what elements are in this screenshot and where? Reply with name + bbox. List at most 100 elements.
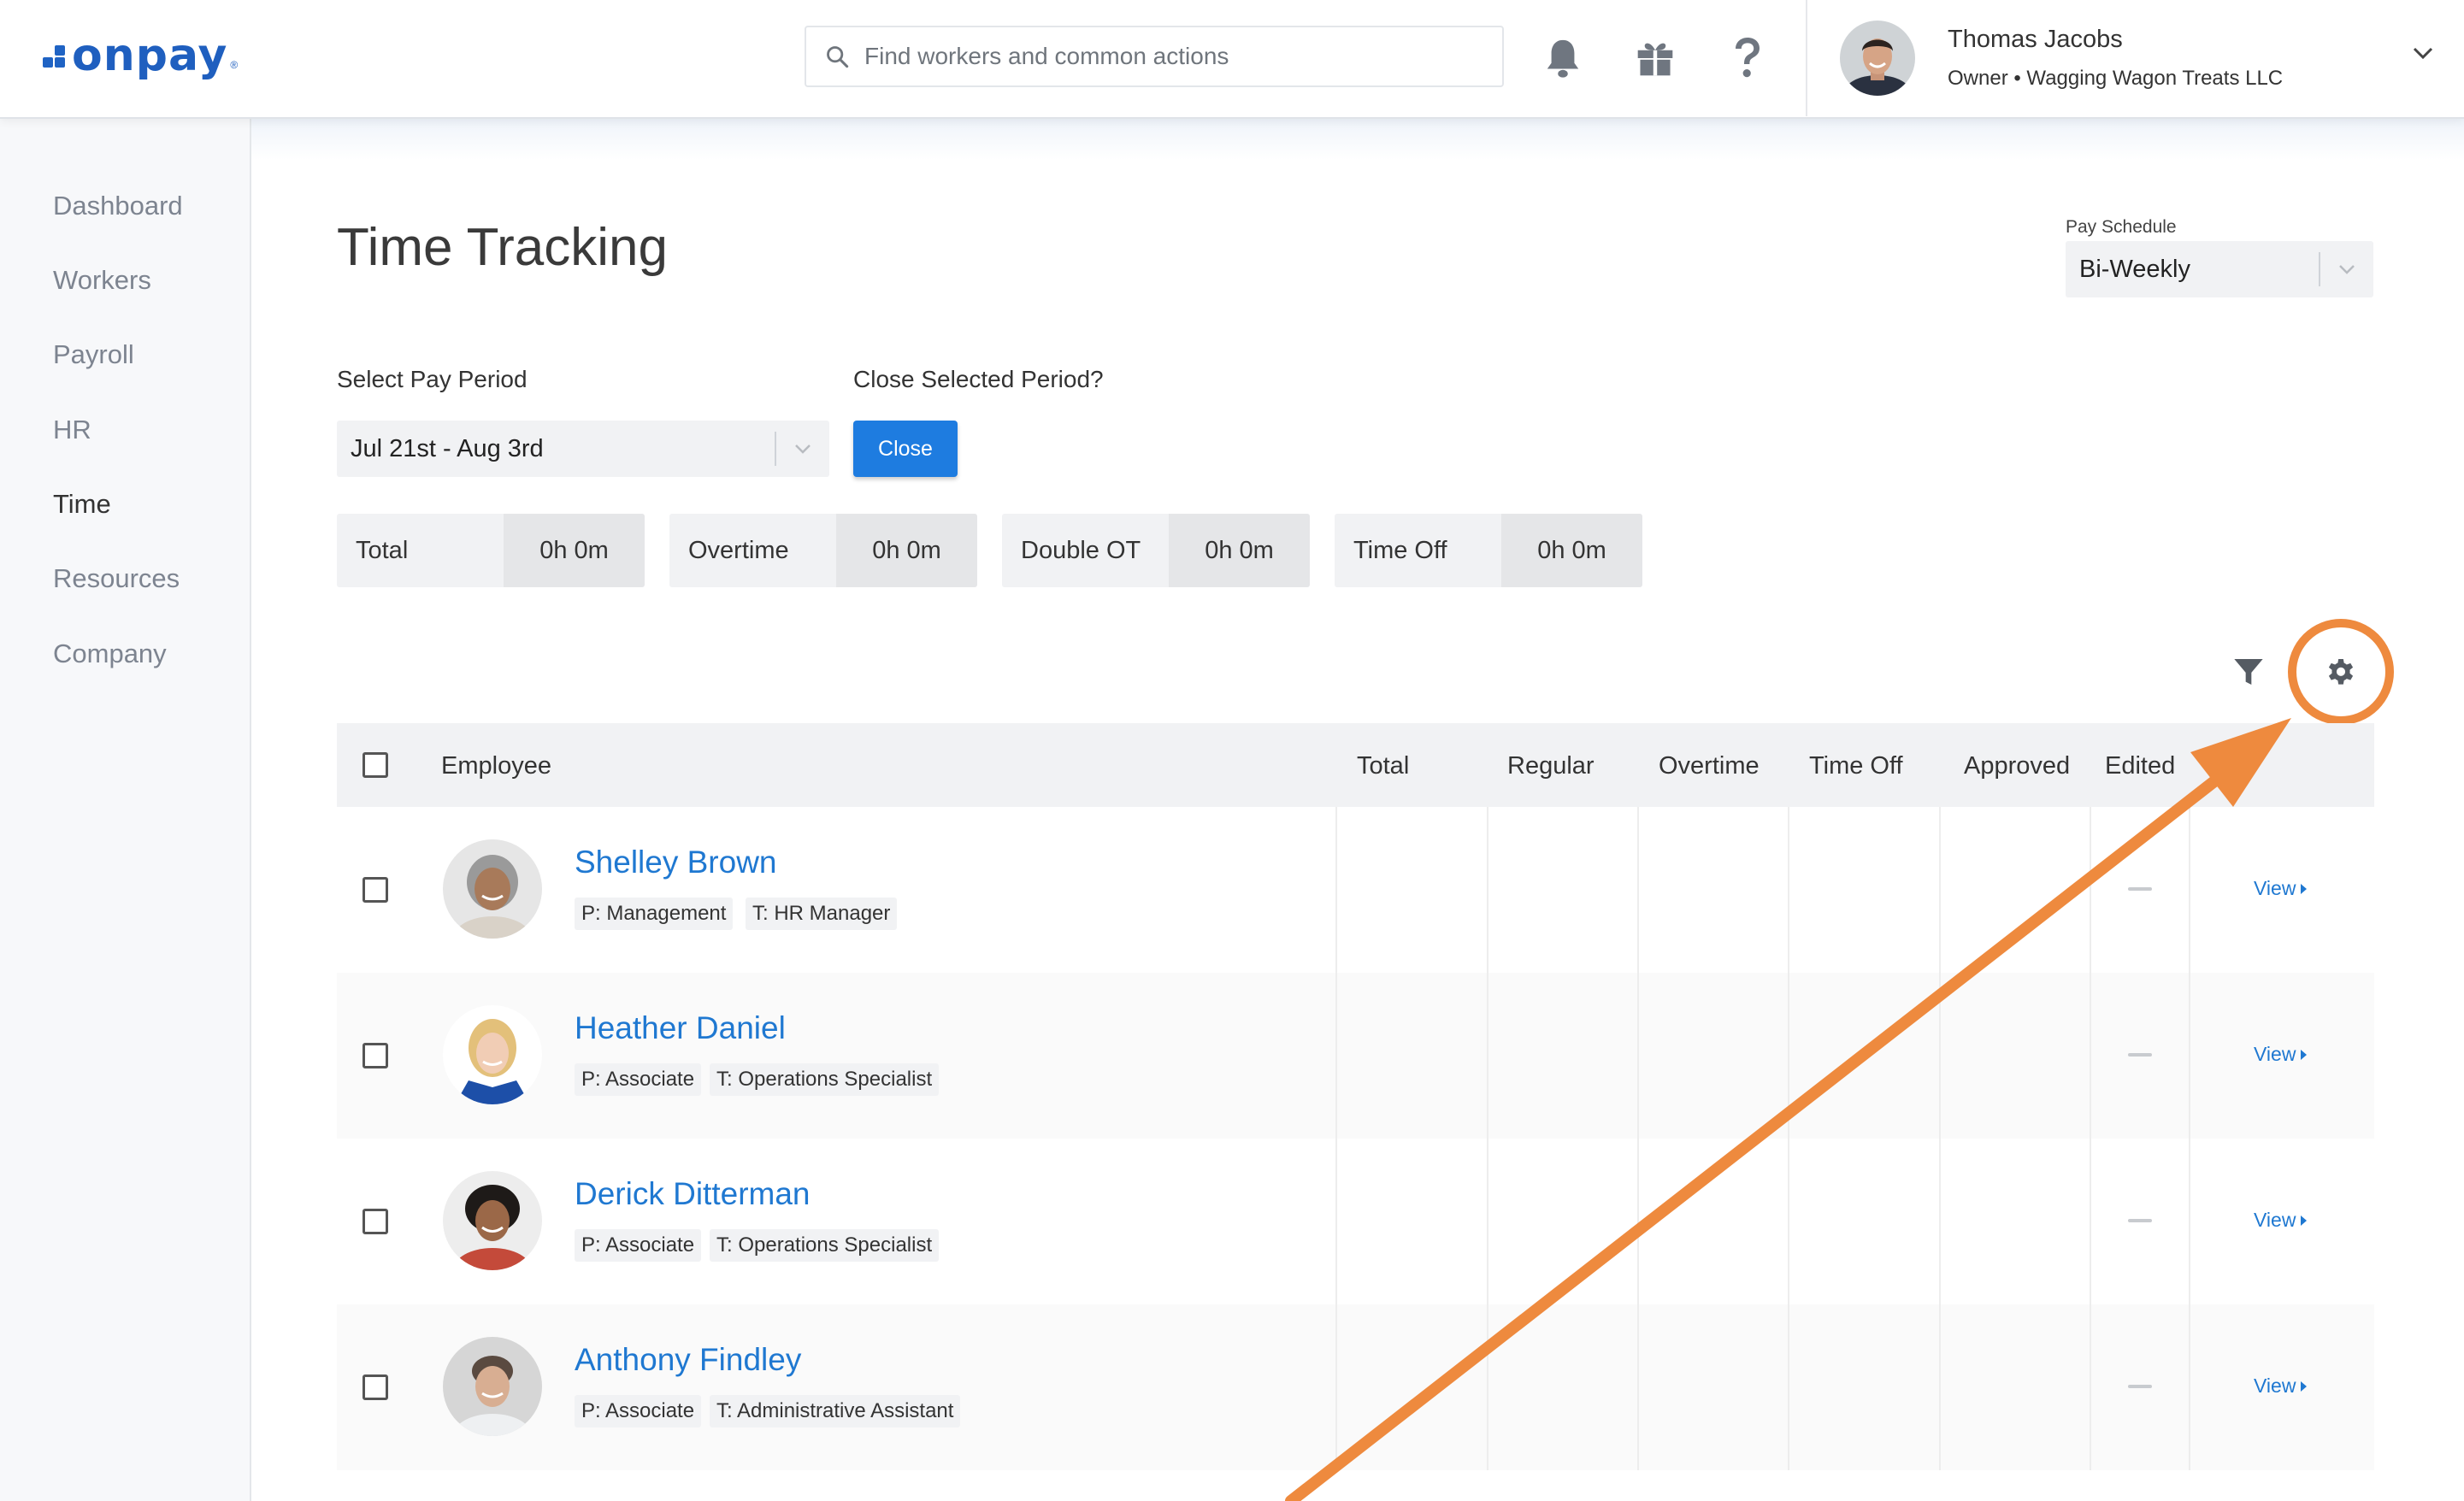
view-row-link[interactable]: View xyxy=(2254,1209,2308,1232)
table-row: Shelley Brown P: Management T: HR Manage… xyxy=(337,807,2374,974)
pay-schedule-select[interactable]: Bi-Weekly xyxy=(2066,241,2373,297)
employee-avatar xyxy=(443,1171,542,1270)
summary-double-ot: Double OT 0h 0m xyxy=(1002,514,1310,587)
edited-empty-indicator xyxy=(2128,887,2152,891)
column-regular[interactable]: Regular xyxy=(1507,752,1595,780)
header-shadow-band xyxy=(251,117,2464,160)
logo-registered-mark: ® xyxy=(230,59,239,71)
rewards-button[interactable] xyxy=(1630,32,1681,84)
user-role-org: Owner • Wagging Wagon Treats LLC xyxy=(1948,67,2284,90)
employee-position-tag: P: Associate xyxy=(575,1395,702,1427)
caret-right-icon xyxy=(2301,1215,2308,1226)
summary-total: Total 0h 0m xyxy=(337,514,645,587)
employee-title-tag: T: HR Manager xyxy=(746,898,898,930)
pay-schedule-value: Bi-Weekly xyxy=(2079,255,2190,283)
bell-icon xyxy=(1547,39,1579,78)
help-icon xyxy=(1736,38,1760,78)
sidebar-item-company[interactable]: Company xyxy=(53,639,167,669)
column-approved[interactable]: Approved xyxy=(1964,752,2070,780)
employee-title-tag: T: Administrative Assistant xyxy=(710,1395,961,1427)
caret-right-icon xyxy=(2301,883,2308,894)
caret-right-icon xyxy=(2301,1049,2308,1060)
summary-value: 0h 0m xyxy=(836,514,977,587)
top-bar: onpay ® Find workers and common actions … xyxy=(0,0,2464,119)
filter-button[interactable] xyxy=(2230,651,2267,692)
header-divider xyxy=(1806,0,1807,116)
row-checkbox[interactable] xyxy=(363,1043,388,1068)
gift-icon xyxy=(1637,43,1673,76)
sidebar-item-hr[interactable]: HR xyxy=(53,415,91,445)
search-icon xyxy=(827,46,849,68)
sidebar-item-workers[interactable]: Workers xyxy=(53,265,151,296)
pay-period-label: Select Pay Period xyxy=(337,366,528,392)
page-title: Time Tracking xyxy=(337,218,669,277)
row-checkbox[interactable] xyxy=(363,1209,388,1234)
user-name: Thomas Jacobs xyxy=(1948,26,2123,53)
summary-value: 0h 0m xyxy=(504,514,645,587)
sidebar-item-time[interactable]: Time xyxy=(53,489,111,520)
sidebar-item-dashboard[interactable]: Dashboard xyxy=(53,191,183,221)
employee-name-link[interactable]: Derick Ditterman xyxy=(575,1176,811,1212)
chevron-down-icon xyxy=(2320,263,2373,275)
summary-value: 0h 0m xyxy=(1501,514,1642,587)
notifications-button[interactable] xyxy=(1537,32,1589,84)
employee-avatar xyxy=(443,839,542,939)
view-label: View xyxy=(2254,877,2296,899)
gear-icon xyxy=(2328,658,2354,685)
column-employee[interactable]: Employee xyxy=(441,752,551,780)
search-box[interactable] xyxy=(805,26,1504,87)
pay-period-value: Jul 21st - Aug 3rd xyxy=(351,434,544,462)
close-period-button[interactable]: Close xyxy=(853,421,958,477)
summary-label: Overtime xyxy=(669,514,836,587)
employee-name-link[interactable]: Heather Daniel xyxy=(575,1010,786,1046)
chevron-down-icon xyxy=(776,443,829,455)
view-row-link[interactable]: View xyxy=(2254,877,2308,900)
column-edited[interactable]: Edited xyxy=(2105,752,2175,780)
chevron-down-icon xyxy=(2413,47,2433,60)
column-overtime[interactable]: Overtime xyxy=(1659,752,1760,780)
summary-time-off: Time Off 0h 0m xyxy=(1335,514,1642,587)
employee-avatar xyxy=(443,1005,542,1104)
summary-overtime: Overtime 0h 0m xyxy=(669,514,977,587)
onpay-logo[interactable]: onpay ® xyxy=(43,26,238,85)
edited-empty-indicator xyxy=(2128,1219,2152,1222)
employee-name-link[interactable]: Shelley Brown xyxy=(575,845,777,880)
row-checkbox[interactable] xyxy=(363,1374,388,1400)
caret-right-icon xyxy=(2301,1380,2308,1392)
filter-icon xyxy=(2234,659,2263,685)
search-input[interactable] xyxy=(863,42,1502,71)
summary-label: Total xyxy=(337,514,504,587)
employee-position-tag: P: Associate xyxy=(575,1229,702,1262)
sidebar-item-payroll[interactable]: Payroll xyxy=(53,339,134,370)
pay-schedule-label: Pay Schedule xyxy=(2066,217,2177,237)
logo-mark-icon xyxy=(43,38,68,73)
table-row: Derick Ditterman P: Associate T: Operati… xyxy=(337,1139,2374,1305)
column-total[interactable]: Total xyxy=(1357,752,1409,780)
user-menu-toggle[interactable] xyxy=(2411,44,2435,66)
employee-title-tag: T: Operations Specialist xyxy=(710,1229,940,1262)
view-label: View xyxy=(2254,1043,2296,1065)
summary-value: 0h 0m xyxy=(1169,514,1310,587)
summary-label: Double OT xyxy=(1002,514,1169,587)
table-row: Anthony Findley P: Associate T: Administ… xyxy=(337,1304,2374,1470)
sidebar-item-resources[interactable]: Resources xyxy=(53,563,180,594)
table-settings-button[interactable] xyxy=(2322,653,2360,691)
select-all-checkbox[interactable] xyxy=(363,752,388,778)
employee-title-tag: T: Operations Specialist xyxy=(710,1063,940,1096)
row-checkbox[interactable] xyxy=(363,877,388,903)
close-period-label: Close Selected Period? xyxy=(853,366,1104,392)
employee-name-link[interactable]: Anthony Findley xyxy=(575,1342,801,1378)
employee-avatar xyxy=(443,1337,542,1436)
view-row-link[interactable]: View xyxy=(2254,1374,2308,1398)
table-row: Heather Daniel P: Associate T: Operation… xyxy=(337,973,2374,1139)
column-time-off[interactable]: Time Off xyxy=(1809,752,1903,780)
view-row-link[interactable]: View xyxy=(2254,1043,2308,1066)
edited-empty-indicator xyxy=(2128,1053,2152,1057)
summary-label: Time Off xyxy=(1335,514,1501,587)
help-button[interactable] xyxy=(1722,32,1773,84)
pay-period-select[interactable]: Jul 21st - Aug 3rd xyxy=(337,421,829,477)
sidebar-nav: Dashboard Workers Payroll HR Time Resour… xyxy=(0,117,251,1501)
user-avatar[interactable] xyxy=(1840,21,1915,96)
employee-position-tag: P: Associate xyxy=(575,1063,702,1096)
logo-text: onpay xyxy=(72,30,228,81)
